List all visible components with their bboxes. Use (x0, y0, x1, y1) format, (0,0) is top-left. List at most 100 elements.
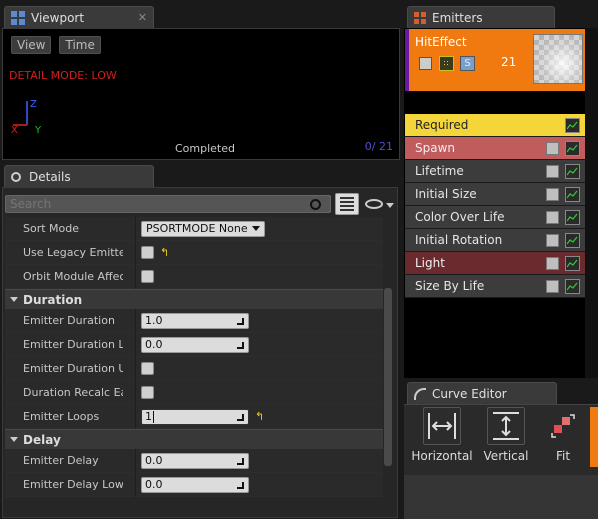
resize-corner-icon (237, 341, 244, 349)
emitters-scroll-gutter (585, 28, 598, 378)
module-size-by-life[interactable]: Size By Life (405, 275, 585, 298)
section-title: Delay (23, 432, 61, 447)
module-label: Light (415, 256, 445, 270)
svg-text:Z: Z (30, 99, 37, 110)
emitter-loops-row: Emitter Loops 1 ↰ (5, 404, 383, 429)
curve-icon[interactable] (565, 209, 580, 225)
module-enable-checkbox[interactable] (546, 233, 559, 247)
curve-icon[interactable] (565, 140, 580, 156)
solo-icon[interactable] (439, 56, 454, 71)
curve-editor-panel: Horizontal Vertical Fit (404, 404, 598, 519)
chevron-down-icon[interactable] (386, 203, 394, 208)
horizontal-button[interactable]: Horizontal (410, 407, 474, 463)
module-initial-rotation[interactable]: Initial Rotation (405, 229, 585, 252)
eye-icon[interactable] (365, 199, 383, 209)
fit-button[interactable]: Fit (538, 407, 588, 463)
viewport-canvas[interactable]: View Time DETAIL MODE: LOW Z X Y Complet… (2, 28, 400, 160)
property-list: Sort Mode PSORTMODE None Use Legacy Emit… (5, 216, 383, 497)
module-enable-checkbox[interactable] (546, 279, 559, 293)
details-tab-title: Details (29, 169, 71, 184)
module-list: Required Spawn Lifetime Initial Size Col… (405, 114, 585, 298)
prop-label: Use Legacy Emitter Ti (23, 246, 123, 259)
viewport-tab[interactable]: Viewport ✕ (4, 6, 154, 28)
module-enable-checkbox[interactable] (546, 164, 559, 178)
module-label: Spawn (415, 141, 456, 155)
curve-editor-icon (414, 387, 426, 400)
button-label: Horizontal (411, 449, 473, 463)
view-options-list-icon[interactable] (335, 193, 359, 215)
module-color-over-life[interactable]: Color Over Life (405, 206, 585, 229)
s-badge[interactable]: S (460, 56, 475, 71)
emitter-enable-checkbox[interactable] (419, 57, 432, 70)
search-input[interactable] (6, 197, 306, 211)
search-icon[interactable] (310, 198, 321, 210)
curve-icon[interactable] (565, 163, 580, 179)
module-enable-checkbox[interactable] (546, 141, 559, 155)
module-lifetime[interactable]: Lifetime (405, 160, 585, 183)
module-enable-checkbox[interactable] (546, 187, 559, 201)
emitter-delay-low-field[interactable]: 0.0 (141, 476, 249, 493)
toolbar-overflow-button[interactable] (590, 407, 598, 467)
svg-text:Y: Y (34, 125, 42, 135)
curve-icon[interactable] (565, 255, 580, 271)
prop-label: Duration Recalc Each L (23, 386, 123, 399)
prop-label: Sort Mode (23, 222, 80, 235)
emitter-duration-low-field[interactable]: 0.0 (141, 336, 249, 353)
curve-graph-area[interactable] (404, 475, 598, 519)
duration-section-header[interactable]: Duration (5, 289, 383, 309)
details-panel: Sort Mode PSORTMODE None Use Legacy Emit… (2, 187, 398, 518)
emitter-loops-field[interactable]: 1 (141, 408, 249, 425)
duration-use-range-checkbox[interactable] (141, 362, 154, 375)
vertical-button[interactable]: Vertical (474, 407, 538, 463)
view-button[interactable]: View (11, 36, 52, 54)
module-enable-checkbox[interactable] (546, 210, 559, 224)
sort-mode-dropdown[interactable]: PSORTMODE None (141, 220, 265, 237)
legacy-emitter-checkbox[interactable] (141, 246, 154, 259)
emitter-delay-field[interactable]: 0.0 (141, 452, 249, 469)
prop-label: Emitter Duration Low (23, 338, 123, 351)
emitter-duration-field[interactable]: 1.0 (141, 312, 249, 329)
emitters-panel: HitEffect S 21 Required Spawn Lifetime I… (404, 28, 598, 378)
search-input-wrapper[interactable] (5, 195, 331, 213)
module-label: Initial Size (415, 187, 477, 201)
reset-to-default-icon[interactable]: ↰ (160, 246, 169, 259)
curve-editor-tab[interactable]: Curve Editor (407, 382, 557, 404)
horizontal-fit-icon (423, 407, 461, 445)
curve-icon[interactable] (565, 232, 580, 248)
emitter-thumbnail (533, 34, 583, 84)
emitter-header[interactable]: HitEffect S 21 (405, 29, 585, 91)
module-light[interactable]: Light (405, 252, 585, 275)
reset-to-default-icon[interactable]: ↰ (255, 410, 264, 423)
orbit-module-checkbox[interactable] (141, 270, 154, 283)
module-label: Size By Life (415, 279, 485, 293)
legacy-emitter-row: Use Legacy Emitter Ti ↰ (5, 240, 383, 265)
time-button[interactable]: Time (59, 36, 101, 54)
curve-icon[interactable] (565, 186, 580, 202)
emitter-delay-row: Emitter Delay 0.0 (5, 448, 383, 473)
delay-section-header[interactable]: Delay (5, 429, 383, 449)
module-label: Lifetime (415, 164, 464, 178)
button-label: Fit (555, 449, 571, 463)
fit-icon (544, 407, 582, 445)
detail-mode-label: DETAIL MODE: LOW (9, 69, 117, 82)
vertical-fit-icon (487, 407, 525, 445)
details-scrollbar[interactable] (384, 288, 392, 466)
emitters-tab[interactable]: Emitters (407, 6, 555, 28)
duration-recalc-checkbox[interactable] (141, 386, 154, 399)
resize-corner-icon (237, 481, 244, 489)
emitters-tab-title: Emitters (432, 10, 483, 25)
module-spawn[interactable]: Spawn (405, 137, 585, 160)
curve-icon[interactable] (565, 117, 580, 133)
details-tab[interactable]: Details (4, 165, 154, 187)
curve-icon[interactable] (565, 278, 580, 294)
module-label: Initial Rotation (415, 233, 503, 247)
module-initial-size[interactable]: Initial Size (405, 183, 585, 206)
viewport-tab-title: Viewport (31, 10, 85, 25)
prop-label: Emitter Duration (23, 314, 115, 327)
close-icon[interactable]: ✕ (138, 11, 147, 24)
module-required[interactable]: Required (405, 114, 585, 137)
particle-counter: 0/ 21 (364, 140, 393, 153)
module-label: Color Over Life (415, 210, 505, 224)
module-enable-checkbox[interactable] (546, 256, 559, 270)
prop-label: Emitter Delay (23, 454, 99, 467)
